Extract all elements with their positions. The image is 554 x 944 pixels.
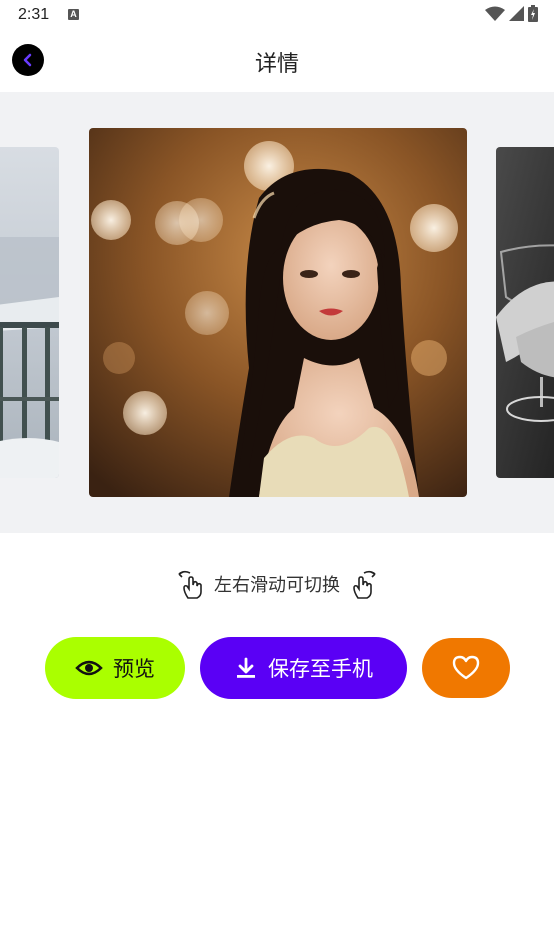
download-icon <box>237 657 255 678</box>
save-label: 保存至手机 <box>268 657 373 681</box>
swipe-right-hand-icon <box>353 570 376 599</box>
carousel-slide-current[interactable] <box>89 128 467 497</box>
portrait-bokeh-image <box>89 128 467 497</box>
swipe-hint-text: 左右滑动可切换 <box>214 575 340 596</box>
swipe-hint: 左右滑动可切换 <box>0 568 554 600</box>
favorite-button[interactable] <box>422 638 510 698</box>
preview-label: 预览 <box>113 657 155 681</box>
app-bar: 详情 <box>0 30 554 92</box>
a-icon: A <box>68 9 79 20</box>
battery-icon <box>528 5 538 22</box>
status-icons <box>485 5 538 22</box>
wifi-icon <box>485 6 505 21</box>
status-bar: 2:31 A <box>0 0 554 30</box>
carousel-slide-next[interactable] <box>496 147 554 478</box>
eye-icon <box>75 660 103 676</box>
snowy-balcony-image <box>0 147 59 478</box>
swipe-left-hand-icon <box>178 570 202 599</box>
wine-glass-hand-image <box>496 147 554 478</box>
carousel-slide-previous[interactable] <box>0 147 59 478</box>
cell-signal-icon <box>509 6 524 21</box>
status-time: 2:31 <box>18 6 50 23</box>
page-title: 详情 <box>254 52 299 77</box>
image-carousel[interactable] <box>0 92 554 533</box>
action-bar: 预览 保存至手机 <box>0 637 554 699</box>
preview-button[interactable]: 预览 <box>45 637 185 699</box>
save-to-phone-button[interactable]: 保存至手机 <box>200 637 407 699</box>
heart-icon <box>452 655 480 680</box>
